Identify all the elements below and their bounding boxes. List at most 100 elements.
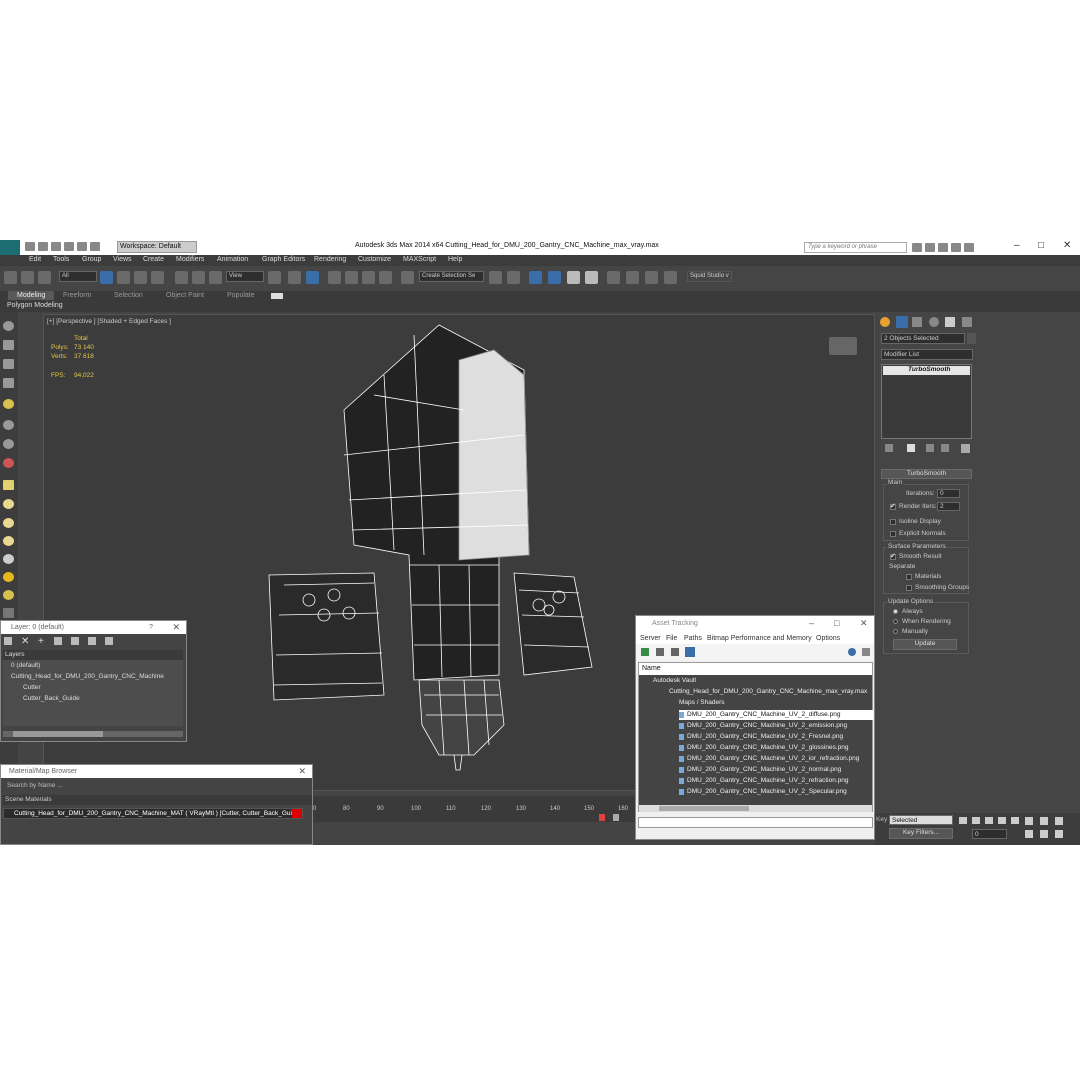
checkin-icon[interactable] — [656, 648, 664, 656]
sky-icon[interactable] — [3, 590, 14, 600]
material-editor-icon[interactable] — [607, 271, 620, 284]
menu-bitmap-performance[interactable]: Bitmap Performance and Memory — [707, 635, 812, 642]
settings-icon[interactable] — [862, 648, 870, 656]
menu-help[interactable]: Help — [448, 256, 462, 263]
object-color-swatch[interactable] — [967, 333, 976, 344]
checkout-icon[interactable] — [671, 648, 679, 656]
undo-icon[interactable] — [64, 242, 74, 251]
zoom-icon[interactable] — [1025, 817, 1033, 825]
when-rendering-radio[interactable] — [893, 619, 898, 624]
display-icon[interactable] — [3, 340, 14, 350]
ribbon-panel-label[interactable]: Polygon Modeling — [7, 302, 63, 309]
close-icon[interactable]: ✕ — [298, 766, 306, 777]
asset-row-folder[interactable]: Maps / Shaders — [679, 699, 725, 706]
scene-explorer-icon[interactable] — [3, 321, 14, 331]
asset-name-column-header[interactable]: Name — [639, 663, 872, 675]
menu-rendering[interactable]: Rendering — [314, 256, 346, 263]
menu-customize[interactable]: Customize — [358, 256, 391, 263]
window-crossing-icon[interactable] — [151, 271, 164, 284]
maximize-icon[interactable]: □ — [834, 618, 839, 628]
map-row[interactable]: DMU_200_Gantry_CNC_Machine_UV_2_ior_refr… — [687, 755, 859, 762]
workspace-dropdown[interactable]: Workspace: Default — [117, 241, 197, 253]
configure-sets-icon[interactable] — [961, 444, 970, 453]
orbit-icon[interactable] — [1055, 830, 1063, 838]
close-icon[interactable]: ✕ — [172, 622, 180, 633]
studio-dropdown[interactable]: Squid Studio v — [687, 271, 732, 282]
layer-manager-title[interactable]: Layer: 0 (default) — [1, 621, 186, 634]
tab-freeform[interactable]: Freeform — [63, 292, 91, 299]
percent-snap-icon[interactable] — [362, 271, 375, 284]
torus-icon[interactable] — [3, 536, 14, 546]
show-end-result-icon[interactable] — [907, 444, 915, 452]
freeze-all-icon[interactable] — [105, 637, 113, 645]
explicit-normals-checkbox[interactable] — [890, 531, 896, 537]
menu-server[interactable]: Server — [640, 635, 661, 642]
minimize-icon[interactable]: – — [1014, 240, 1020, 251]
refresh-icon[interactable] — [641, 648, 649, 656]
cone-icon[interactable] — [3, 554, 14, 564]
ribbon-toggle-icon[interactable] — [548, 271, 561, 284]
iterations-spinner[interactable]: 0 — [937, 489, 960, 498]
goto-start-icon[interactable] — [959, 817, 967, 824]
lock-selection-icon[interactable] — [613, 814, 619, 821]
box-icon[interactable] — [3, 480, 14, 490]
tab-modeling[interactable]: Modeling — [8, 291, 55, 300]
menu-maxscript[interactable]: MAXScript — [403, 256, 436, 263]
map-row[interactable]: DMU_200_Gantry_CNC_Machine_UV_2_emission… — [687, 722, 847, 729]
mirror-icon[interactable] — [489, 271, 502, 284]
next-frame-icon[interactable] — [998, 817, 1006, 824]
sun-icon[interactable] — [3, 572, 14, 582]
move-icon[interactable] — [175, 271, 188, 284]
display-tab-icon[interactable] — [945, 317, 955, 327]
material-search-input[interactable]: Search by Name ... — [3, 782, 312, 791]
render-production-icon[interactable] — [664, 271, 677, 284]
spinner-snap-icon[interactable] — [379, 271, 392, 284]
remove-modifier-icon[interactable] — [941, 444, 949, 452]
menu-create[interactable]: Create — [143, 256, 164, 263]
menu-modifiers[interactable]: Modifiers — [176, 256, 204, 263]
menu-tools[interactable]: Tools — [53, 256, 69, 263]
grid-icon[interactable] — [3, 378, 14, 388]
more-tools-icon[interactable] — [3, 608, 14, 618]
selection-filter-dropdown[interactable]: All — [59, 271, 97, 282]
search-input[interactable]: Type a keyword or phrase — [804, 242, 907, 253]
pan-icon[interactable] — [1040, 830, 1048, 838]
snaps-toggle-icon[interactable] — [328, 271, 341, 284]
asset-scrollbar[interactable] — [639, 805, 872, 812]
menu-options[interactable]: Options — [816, 635, 840, 642]
pin-stack-icon[interactable] — [885, 444, 893, 452]
new-layer-icon[interactable] — [4, 637, 12, 645]
zoom-extents-icon[interactable] — [1055, 817, 1063, 825]
close-icon[interactable]: ✕ — [860, 618, 868, 629]
select-by-name-icon[interactable] — [117, 271, 130, 284]
key-filters-button[interactable]: Key Filters... — [889, 828, 953, 839]
turbosmooth-rollout-header[interactable]: TurboSmooth — [881, 469, 972, 479]
bind-spacewarp-icon[interactable] — [38, 271, 51, 284]
smooth-result-checkbox[interactable] — [890, 552, 896, 560]
minimize-icon[interactable]: – — [809, 618, 814, 628]
save-icon[interactable] — [51, 242, 61, 251]
asset-path-field[interactable] — [638, 817, 873, 828]
delete-layer-icon[interactable]: ✕ — [21, 636, 29, 647]
binoculars-icon[interactable] — [912, 243, 922, 252]
create-tab-icon[interactable] — [880, 317, 890, 327]
spacewarp-icon[interactable] — [3, 458, 14, 468]
map-row[interactable]: DMU_200_Gantry_CNC_Machine_UV_2_normal.p… — [687, 766, 841, 773]
list-icon[interactable] — [3, 359, 14, 369]
motion-tab-icon[interactable] — [929, 317, 939, 327]
sphere-icon[interactable] — [3, 499, 14, 509]
hide-all-icon[interactable] — [88, 637, 96, 645]
render-iters-checkbox[interactable] — [890, 502, 896, 510]
render-setup-icon[interactable] — [626, 271, 639, 284]
table-view-icon[interactable] — [685, 647, 695, 657]
help-icon[interactable]: ? — [149, 624, 153, 631]
open-file-icon[interactable] — [38, 242, 48, 251]
layer-manager-icon[interactable] — [529, 271, 542, 284]
asset-row-scene-file[interactable]: Cutting_Head_for_DMU_200_Gantry_CNC_Mach… — [669, 688, 867, 695]
layer-row[interactable]: Cutter_Back_Guide — [23, 695, 80, 702]
rendered-frame-icon[interactable] — [645, 271, 658, 284]
materials-checkbox[interactable] — [906, 574, 912, 580]
new-file-icon[interactable] — [25, 242, 35, 251]
prev-frame-icon[interactable] — [972, 817, 980, 824]
layers-scrollbar[interactable] — [3, 731, 183, 737]
